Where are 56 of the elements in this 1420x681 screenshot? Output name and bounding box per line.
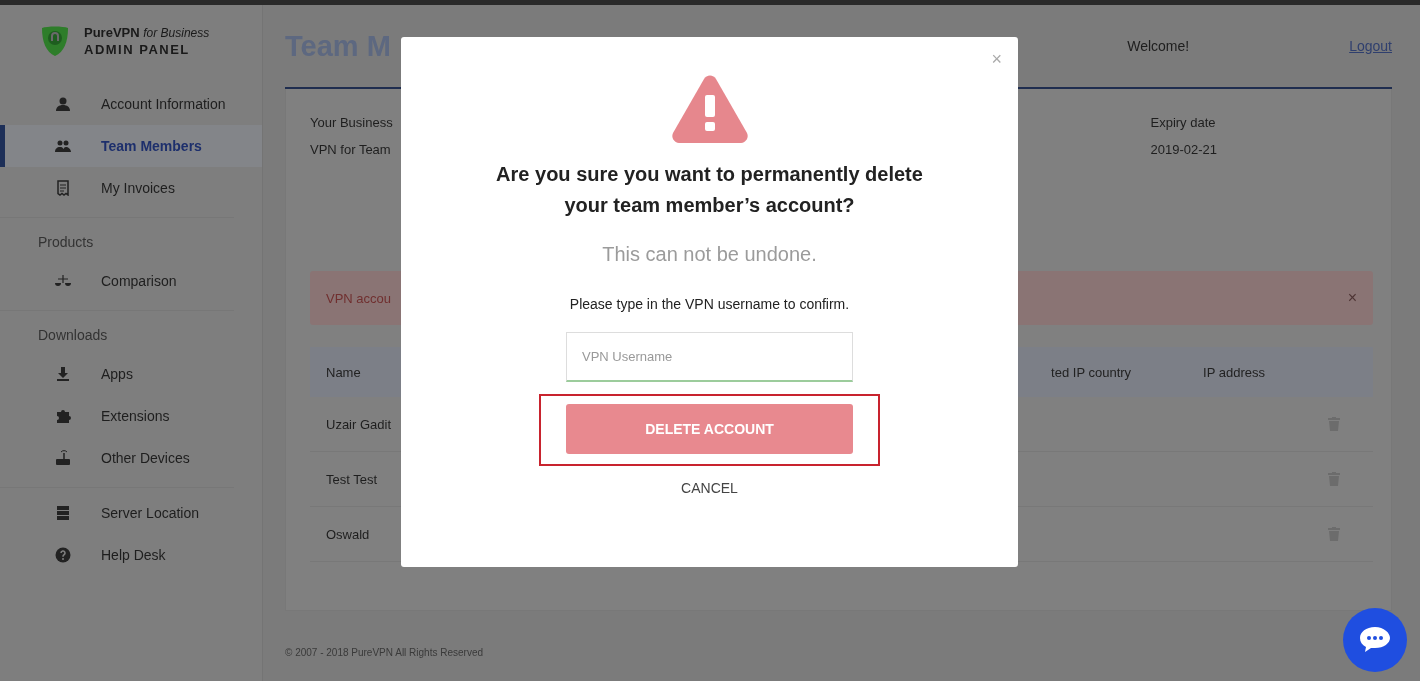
users-icon (55, 138, 71, 154)
summary-value: VPN for Team (310, 142, 392, 157)
item-label: Extensions (101, 408, 170, 424)
sidebar-item[interactable]: Other Devices (0, 437, 262, 479)
brand-name: PureVPN for Business (84, 25, 210, 40)
section-heading: Products (37, 233, 95, 252)
column-header: Name (326, 364, 361, 380)
alert-text: VPN accou (326, 290, 392, 306)
sidebar-item[interactable]: Comparison (0, 260, 262, 302)
item-label: Comparison (101, 273, 177, 289)
puzzle-icon (55, 408, 71, 424)
close-icon[interactable]: × (991, 49, 1002, 70)
user-icon (55, 96, 71, 112)
scales-icon (55, 273, 71, 289)
sidebar-item[interactable]: Help Desk (0, 534, 262, 576)
item-label: Help Desk (101, 547, 166, 563)
dialog-title: Are you sure you want to permanently delete your team member’s account? (495, 162, 924, 218)
warning-icon (670, 75, 749, 143)
instruction-text: Please type in the VPN username to confirm. (569, 296, 850, 312)
username-input[interactable]: VPN Username (566, 332, 853, 382)
section-heading: Downloads (37, 326, 109, 345)
warning-note: This can not be undone. (602, 243, 817, 266)
sidebar-item[interactable]: Extensions (0, 395, 262, 437)
summary-label: Expiry date (1150, 115, 1217, 130)
table-cell: Uzair Gadit (326, 416, 392, 432)
column-header: ted IP country (1051, 364, 1132, 380)
sidebar-item[interactable]: Apps (0, 353, 262, 395)
item-label: Team Members (101, 138, 202, 154)
summary-label: Your Business (310, 115, 393, 130)
welcome-text: Welcome! (1127, 38, 1190, 54)
help-icon (55, 547, 71, 563)
logout-link[interactable]: Logout (1349, 38, 1392, 54)
table-cell: Oswald (326, 526, 370, 542)
item-label: Account Information (101, 96, 226, 112)
cancel-button[interactable]: CANCEL (681, 480, 738, 496)
delete-account-button[interactable]: DELETE ACCOUNT (566, 404, 853, 454)
brand-subtitle: ADMIN PANEL (84, 42, 191, 57)
sidebar-item[interactable]: Server Location (0, 492, 262, 534)
sidebar-item[interactable]: Team Members (0, 125, 262, 167)
receipt-icon (55, 180, 71, 196)
summary-value: 2019-02-21 (1150, 142, 1217, 157)
chat-button[interactable] (1342, 607, 1408, 673)
item-label: My Invoices (101, 180, 175, 196)
item-label: Server Location (101, 505, 200, 521)
table-cell: Test Test (326, 471, 378, 487)
server-icon (55, 505, 71, 521)
close-icon[interactable]: × (1347, 289, 1357, 307)
column-header: IP address (1203, 364, 1265, 380)
download-icon (55, 366, 71, 382)
item-label: Apps (101, 366, 133, 382)
copyright-text: © 2007 - 2018 PureVPN All Rights Reserved (285, 647, 484, 658)
router-icon (55, 450, 71, 466)
item-label: Other Devices (101, 450, 190, 466)
sidebar-item[interactable]: My Invoices (0, 167, 262, 209)
sidebar-item[interactable]: Account Information (0, 83, 262, 125)
shield-logo-icon (40, 25, 70, 57)
